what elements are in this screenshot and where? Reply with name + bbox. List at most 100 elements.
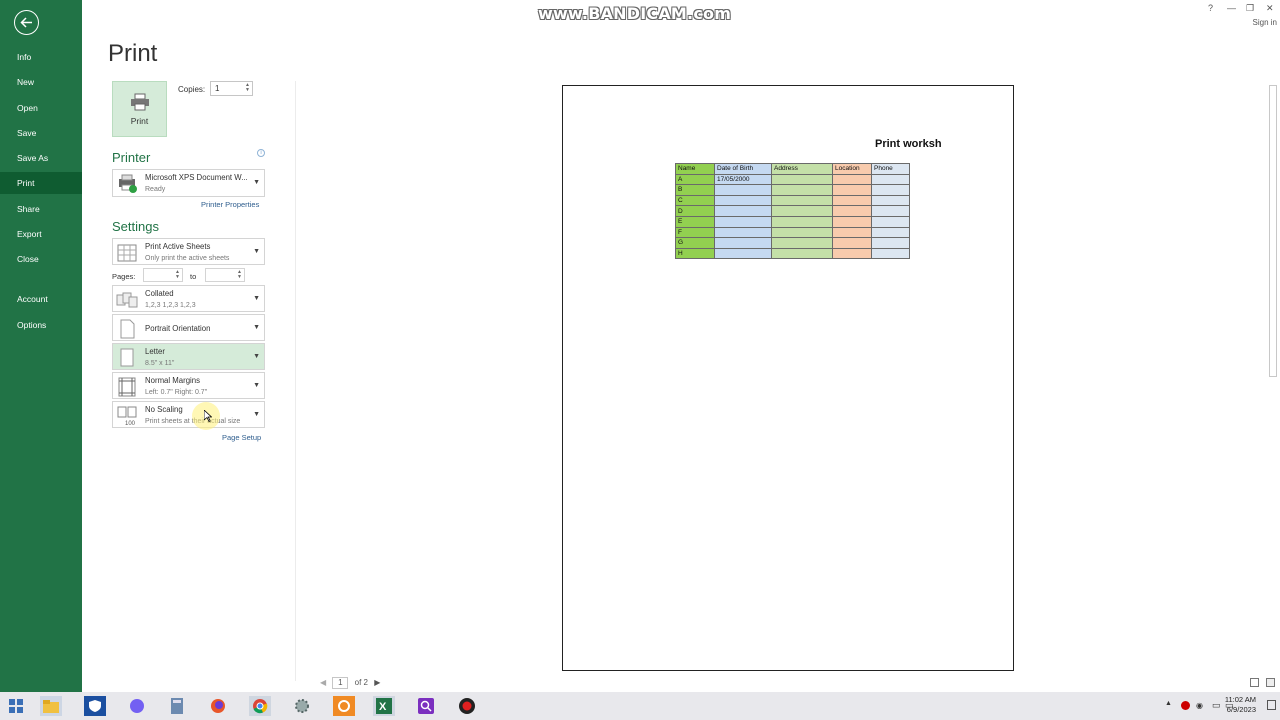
chevron-down-icon: ▼	[253, 410, 260, 418]
scaling-icon: 100	[117, 406, 137, 427]
table-cell	[771, 247, 833, 260]
collation-title: Collated	[145, 289, 174, 298]
file-explorer-icon[interactable]	[40, 696, 62, 716]
table-cell: B	[675, 184, 715, 196]
clock-date: 6/9/2023	[1226, 705, 1256, 714]
tray-record-icon[interactable]	[1181, 701, 1190, 710]
table-cell: F	[675, 226, 715, 239]
viber-icon[interactable]	[126, 696, 148, 716]
table-cell	[771, 173, 833, 186]
copies-input[interactable]: 1 ▲ ▼	[210, 81, 253, 96]
table-cell: C	[675, 194, 715, 207]
help-button[interactable]: ?	[1208, 3, 1213, 13]
show-margins-icon[interactable]	[1250, 678, 1259, 687]
nav-item-print[interactable]: Print	[0, 172, 82, 194]
back-button[interactable]	[14, 10, 39, 35]
chrome-icon[interactable]	[249, 696, 271, 716]
table-cell	[714, 226, 772, 239]
table-cell	[871, 184, 910, 196]
table-cell: H	[675, 247, 715, 260]
printer-heading: Printer	[112, 150, 151, 165]
chevron-down-icon: ▼	[253, 352, 260, 360]
pages-from-input[interactable]: ▲ ▼	[143, 268, 183, 282]
table-cell: 17/05/2000	[714, 173, 772, 186]
printer-properties-link[interactable]: Printer Properties	[201, 200, 259, 209]
record-icon[interactable]	[456, 696, 478, 716]
nav-item-share[interactable]: Share	[0, 198, 82, 220]
margins-sub: Left: 0.7" Right: 0.7"	[145, 389, 208, 396]
next-page-icon[interactable]: ▶	[374, 678, 380, 687]
nav-item-save[interactable]: Save	[0, 122, 82, 144]
shield-app-icon[interactable]	[84, 696, 106, 716]
tray-chevron-icon[interactable]: ▲	[1165, 700, 1172, 707]
table-cell	[832, 184, 872, 196]
table-cell: D	[675, 205, 715, 217]
collated-icon	[116, 292, 138, 308]
minimize-button[interactable]: —	[1227, 3, 1236, 13]
table-cell	[714, 247, 772, 260]
nav-item-close[interactable]: Close	[0, 248, 82, 270]
orange-app-icon[interactable]	[333, 696, 355, 716]
chevron-down-icon: ▼	[253, 381, 260, 389]
orientation-dropdown[interactable]: Portrait Orientation ▼	[112, 314, 265, 341]
tray-volume-icon[interactable]: ▭	[1212, 700, 1221, 711]
table-cell	[871, 237, 910, 249]
page-setup-link[interactable]: Page Setup	[222, 433, 261, 442]
orientation-title: Portrait Orientation	[145, 324, 211, 333]
nav-item-options[interactable]: Options	[0, 314, 82, 336]
prev-page-icon[interactable]: ◀	[320, 678, 326, 687]
pages-from-spinner-icon[interactable]: ▲ ▼	[175, 270, 180, 280]
zoom-to-page-icon[interactable]	[1266, 678, 1275, 687]
printer-icon	[130, 93, 149, 110]
notifications-icon[interactable]	[1267, 700, 1276, 710]
nav-item-open[interactable]: Open	[0, 97, 82, 119]
nav-item-export[interactable]: Export	[0, 223, 82, 245]
table-row: H	[675, 247, 910, 260]
pages-to-spinner-icon[interactable]: ▲ ▼	[237, 270, 242, 280]
nav-item-save-as[interactable]: Save As	[0, 147, 82, 169]
margins-dropdown[interactable]: Normal Margins Left: 0.7" Right: 0.7" ▼	[112, 372, 265, 399]
table-cell: G	[675, 237, 715, 249]
print-button[interactable]: Print	[112, 81, 167, 137]
nav-item-info[interactable]: Info	[0, 46, 82, 68]
printer-status: Ready	[145, 186, 166, 193]
printer-dropdown[interactable]: Microsoft XPS Document W... Ready ▼	[112, 169, 265, 197]
table-cell	[871, 226, 910, 239]
scaling-dropdown[interactable]: 100 No Scaling Print sheets at their act…	[112, 401, 265, 428]
table-cell	[832, 237, 872, 249]
table-row: A 17/05/2000	[675, 173, 910, 186]
table-cell	[771, 226, 833, 239]
nav-item-account[interactable]: Account	[0, 288, 82, 310]
tray-network-icon[interactable]: ◉	[1196, 701, 1203, 710]
excel-icon[interactable]: X	[373, 696, 395, 716]
search-app-icon[interactable]	[415, 696, 437, 716]
print-what-dropdown[interactable]: Print Active Sheets Only print the activ…	[112, 238, 265, 265]
sign-in-link[interactable]: Sign in	[1253, 18, 1277, 27]
restore-button[interactable]: ❐	[1246, 3, 1254, 14]
chevron-down-icon: ▼	[253, 179, 260, 186]
nav-item-new[interactable]: New	[0, 71, 82, 93]
collation-dropdown[interactable]: Collated 1,2,3 1,2,3 1,2,3 ▼	[112, 285, 265, 312]
copies-spinner-icon[interactable]: ▲ ▼	[245, 83, 250, 93]
current-page-input[interactable]: 1	[332, 677, 349, 689]
settings-app-icon[interactable]	[291, 696, 313, 716]
taskbar-clock[interactable]: 11:02 AM 6/9/2023	[1225, 695, 1256, 715]
chevron-down-icon: ▼	[253, 294, 260, 302]
info-icon[interactable]: i	[257, 149, 265, 157]
windows-start-icon[interactable]	[5, 696, 27, 716]
table-cell	[714, 184, 772, 196]
table-cell	[771, 194, 833, 207]
page-count: of 2	[354, 678, 368, 687]
close-window-button[interactable]: ✕	[1266, 3, 1274, 14]
paper-size-dropdown[interactable]: Letter 8.5" x 11" ▼	[112, 343, 265, 370]
table-cell	[871, 173, 910, 186]
page-title: Print	[108, 40, 158, 67]
clock-time: 11:02 AM	[1224, 695, 1256, 704]
firefox-icon[interactable]	[207, 696, 229, 716]
pages-to-input[interactable]: ▲ ▼	[205, 268, 245, 282]
table-cell	[832, 215, 872, 228]
preview-scrollbar[interactable]	[1269, 85, 1277, 377]
table-cell	[714, 237, 772, 249]
table-row: C	[675, 194, 910, 207]
calculator-icon[interactable]	[166, 696, 188, 716]
